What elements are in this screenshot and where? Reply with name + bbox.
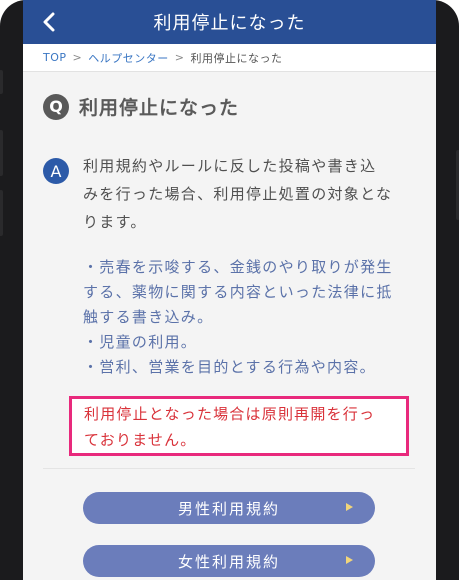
- breadcrumb: TOP > ヘルプセンター > 利用停止になった: [23, 44, 436, 72]
- rule-line: 触する書き込み。: [83, 308, 214, 326]
- breadcrumb-separator: >: [72, 51, 83, 64]
- notice-box: 利用停止となった場合は原則再開を行っ ておりません。: [69, 396, 409, 456]
- male-terms-button[interactable]: 男性利用規約: [83, 492, 375, 524]
- answer-line: 利用規約やルールに反した投稿や書き込: [83, 157, 377, 175]
- notice-line: 利用停止となった場合は原則再開を行っ: [84, 405, 376, 423]
- male-terms-label: 男性利用規約: [177, 499, 280, 518]
- rule-line: ・売春を示唆する、金銭のやり取りが発生: [83, 258, 393, 276]
- triangle-right-icon: [346, 503, 353, 511]
- rule-line: する、薬物に関する内容といった法律に抵: [83, 283, 393, 301]
- breadcrumb-separator: >: [174, 51, 185, 64]
- page-title: 利用停止になった: [153, 13, 306, 34]
- question-badge: Q: [43, 93, 69, 120]
- female-terms-button[interactable]: 女性利用規約: [83, 545, 375, 577]
- female-terms-label: 女性利用規約: [177, 552, 280, 571]
- question-text: 利用停止になった: [79, 97, 240, 119]
- answer-text: 利用規約やルールに反した投稿や書き込 みを行った場合、利用停止処置の対象とな り…: [83, 152, 413, 236]
- breadcrumb-top-link[interactable]: TOP: [43, 51, 67, 64]
- divider: [43, 468, 415, 469]
- answer-badge: A: [43, 158, 69, 184]
- triangle-right-icon: [346, 556, 353, 564]
- question-row: Q 利用停止になった: [43, 93, 239, 120]
- volume-down-button: [0, 190, 3, 236]
- volume-up-button: [0, 130, 3, 176]
- notice-line: ておりません。: [84, 431, 197, 449]
- chevron-left-icon[interactable]: [37, 10, 61, 34]
- phone-frame: 利用停止になった TOP > ヘルプセンター > 利用停止になった Q 利用停止…: [0, 0, 459, 580]
- answer-line: ります。: [83, 213, 147, 231]
- prohibited-rules-list: ・売春を示唆する、金銭のやり取りが発生 する、薬物に関する内容といった法律に抵 …: [83, 255, 413, 380]
- mute-switch: [0, 70, 3, 94]
- breadcrumb-current: 利用停止になった: [190, 51, 283, 65]
- screen: 利用停止になった TOP > ヘルプセンター > 利用停止になった Q 利用停止…: [23, 0, 436, 580]
- breadcrumb-help-center-link[interactable]: ヘルプセンター: [88, 50, 169, 66]
- rule-line: ・営利、営業を目的とする行為や内容。: [83, 358, 376, 376]
- rule-line: ・児童の利用。: [83, 333, 198, 351]
- app-header: 利用停止になった: [23, 0, 436, 44]
- answer-line: みを行った場合、利用停止処置の対象とな: [83, 185, 393, 203]
